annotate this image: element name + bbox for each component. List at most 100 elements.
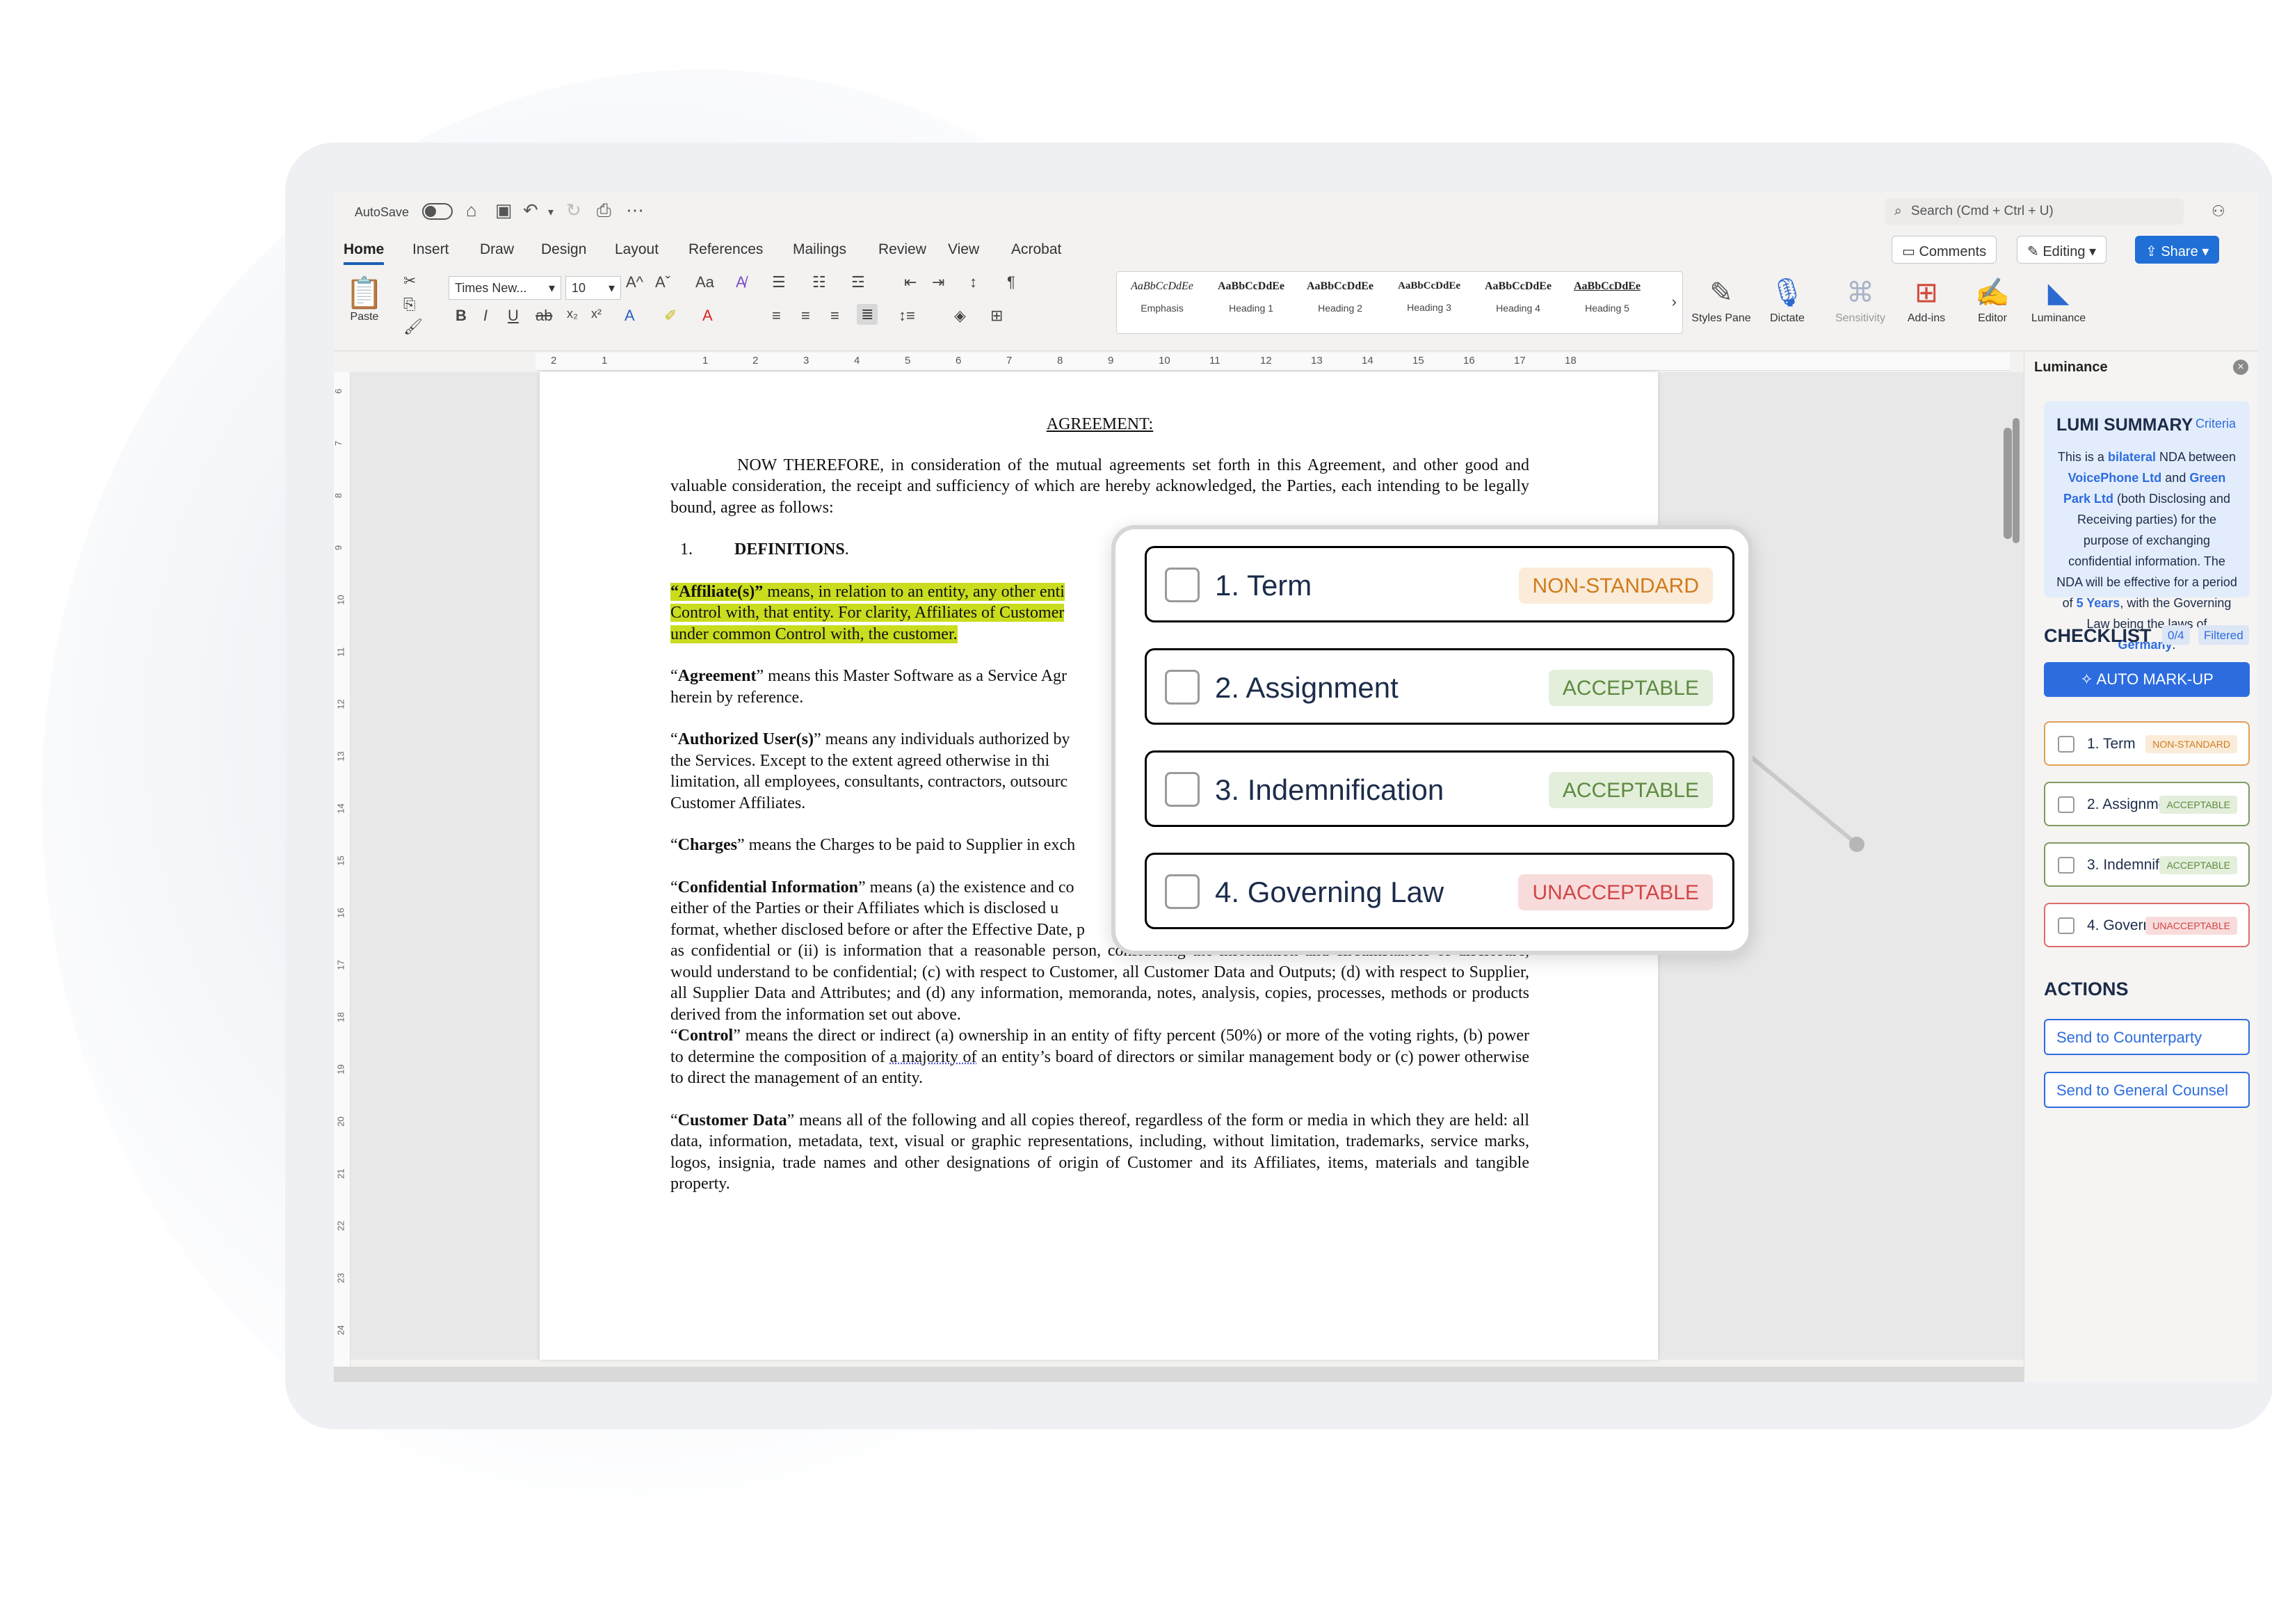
align-left-icon[interactable]: ≡ xyxy=(772,307,781,325)
checklist-item-term[interactable]: 1. Term NON-STANDARD xyxy=(2044,721,2250,766)
save-icon[interactable]: ▣ xyxy=(495,200,513,221)
font-color-icon[interactable]: A xyxy=(702,307,713,325)
zoom-item-assignment[interactable]: 2. Assignment ACCEPTABLE xyxy=(1145,648,1734,725)
print-icon[interactable]: ⎙ xyxy=(597,200,611,222)
share-person-icon[interactable]: ⚇ xyxy=(2211,202,2225,220)
scrollbar-thumb[interactable] xyxy=(2013,418,2020,543)
undo-dropdown-icon[interactable]: ▾ xyxy=(548,205,554,219)
justify-icon[interactable]: ≣ xyxy=(857,304,878,325)
checklist-count-badge: 0/4 xyxy=(2162,625,2190,645)
tab-home[interactable]: Home xyxy=(344,241,385,265)
style-heading-1[interactable]: AaBbCcDdEe Heading 1 xyxy=(1210,280,1292,314)
tab-references[interactable]: References xyxy=(688,241,763,258)
checklist-item-assignment[interactable]: 2. Assignment ACCEPTABLE xyxy=(2044,782,2250,826)
tab-draw[interactable]: Draw xyxy=(480,241,514,258)
zoom-item-term[interactable]: 1. Term NON-STANDARD xyxy=(1145,546,1734,622)
style-heading-4[interactable]: AaBbCcDdEe Heading 4 xyxy=(1477,280,1559,314)
checkbox[interactable] xyxy=(1165,568,1200,602)
checkbox[interactable] xyxy=(2058,736,2074,753)
styles-pane-button[interactable]: ✎ Styles Pane xyxy=(1690,273,1753,325)
highlight-icon[interactable]: ✐ xyxy=(664,307,677,325)
style-heading-2[interactable]: AaBbCcDdEe Heading 2 xyxy=(1299,280,1381,314)
clear-formatting-icon[interactable]: A̸ xyxy=(736,273,746,291)
comments-button[interactable]: ▭ Comments xyxy=(1892,236,1997,264)
decrease-indent-icon[interactable]: ⇤ xyxy=(904,273,917,291)
editor-button[interactable]: ✍ Editor xyxy=(1961,273,2024,325)
summary-highlight[interactable]: bilateral xyxy=(2108,450,2156,464)
horizontal-ruler[interactable]: 2 1 1 2 3 4 5 6 7 8 9 10 11 12 13 14 15 … xyxy=(535,353,2010,371)
luminance-button[interactable]: ◣ Luminance xyxy=(2027,273,2090,325)
sensitivity-button[interactable]: ⌘ Sensitivity xyxy=(1829,273,1892,325)
checkbox[interactable] xyxy=(2058,796,2074,813)
style-emphasis[interactable]: AaBbCcDdEe Emphasis xyxy=(1121,280,1203,314)
tab-acrobat[interactable]: Acrobat xyxy=(1011,241,1061,258)
grow-font-icon[interactable]: A^ xyxy=(626,273,643,291)
pilcrow-icon[interactable]: ¶ xyxy=(1007,273,1015,291)
dictate-button[interactable]: 🎙 Dictate xyxy=(1756,273,1819,325)
criteria-link[interactable]: Criteria xyxy=(2196,417,2236,431)
align-right-icon[interactable]: ≡ xyxy=(830,307,839,325)
numbering-icon[interactable]: ☷ xyxy=(812,273,826,291)
shading-icon[interactable]: ◈ xyxy=(954,307,966,325)
checklist-item-governing-law[interactable]: 4. Governing Law UNACCEPTABLE xyxy=(2044,903,2250,947)
more-icon[interactable]: ⋯ xyxy=(626,200,644,221)
tab-mailings[interactable]: Mailings xyxy=(793,241,846,258)
tab-review[interactable]: Review xyxy=(878,241,926,258)
zoom-item-indemnification[interactable]: 3. Indemnification ACCEPTABLE xyxy=(1145,750,1734,827)
bullets-icon[interactable]: ☰ xyxy=(772,273,786,291)
checkbox[interactable] xyxy=(2058,917,2074,934)
redo-icon[interactable]: ↻ xyxy=(566,200,581,221)
panel-scrollbar[interactable] xyxy=(2004,428,2012,539)
increase-indent-icon[interactable]: ⇥ xyxy=(932,273,944,291)
paste-button[interactable]: 📋 Paste xyxy=(344,275,385,323)
borders-icon[interactable]: ⊞ xyxy=(990,307,1003,325)
format-painter-icon[interactable]: 🖌 xyxy=(403,318,423,336)
text-effects-icon[interactable]: A xyxy=(625,307,635,325)
italic-button[interactable]: I xyxy=(483,307,488,325)
autosave-toggle[interactable] xyxy=(422,203,453,220)
shrink-font-icon[interactable]: Aˇ xyxy=(655,273,670,291)
copy-icon[interactable]: ⎘ xyxy=(403,296,416,314)
search-box[interactable]: ⌕ Search (Cmd + Ctrl + U) xyxy=(1885,198,2184,225)
summary-highlight[interactable]: VoicePhone Ltd xyxy=(2068,471,2162,485)
home-icon[interactable]: ⌂ xyxy=(466,200,477,221)
share-button[interactable]: ⇪ Share ▾ xyxy=(2135,236,2220,264)
checkbox[interactable] xyxy=(1165,670,1200,705)
checklist-item-indemnification[interactable]: 3. Indemnification ACCEPTABLE xyxy=(2044,842,2250,887)
checkbox[interactable] xyxy=(2058,857,2074,874)
tab-layout[interactable]: Layout xyxy=(615,241,659,258)
filtered-badge[interactable]: Filtered xyxy=(2198,625,2249,645)
tab-view[interactable]: View xyxy=(948,241,979,258)
addins-button[interactable]: ⊞ Add-ins xyxy=(1895,273,1958,325)
zoom-item-governing-law[interactable]: 4. Governing Law UNACCEPTABLE xyxy=(1145,853,1734,929)
editing-button[interactable]: ✎ Editing ▾ xyxy=(2017,236,2107,264)
font-size-select[interactable]: 10 ▾ xyxy=(565,276,621,300)
strikethrough-button[interactable]: ab xyxy=(535,307,552,325)
multilevel-list-icon[interactable]: ☲ xyxy=(851,273,865,291)
cut-icon[interactable]: ✂ xyxy=(403,272,416,290)
change-case-icon[interactable]: Aa xyxy=(695,273,714,291)
auto-markup-button[interactable]: ✧ AUTO MARK-UP xyxy=(2044,662,2250,697)
checkbox[interactable] xyxy=(1165,772,1200,807)
send-to-counterparty-button[interactable]: Send to Counterparty xyxy=(2044,1019,2250,1055)
tab-design[interactable]: Design xyxy=(541,241,586,258)
summary-highlight[interactable]: 5 Years xyxy=(2077,596,2120,610)
tab-insert[interactable]: Insert xyxy=(412,241,449,258)
font-family-select[interactable]: Times New... ▾ xyxy=(449,276,561,300)
style-heading-5[interactable]: AaBbCcDdEe Heading 5 xyxy=(1566,280,1648,314)
chevron-right-icon[interactable]: › xyxy=(1672,293,1677,311)
close-icon[interactable]: × xyxy=(2233,360,2248,375)
send-to-general-counsel-button[interactable]: Send to General Counsel xyxy=(2044,1072,2250,1108)
checkbox[interactable] xyxy=(1165,874,1200,909)
subscript-button[interactable]: x₂ xyxy=(567,307,578,321)
bold-button[interactable]: B xyxy=(456,307,467,325)
undo-icon[interactable]: ↶ xyxy=(523,200,538,221)
align-center-icon[interactable]: ≡ xyxy=(801,307,810,325)
line-spacing-icon[interactable]: ↕≡ xyxy=(899,307,915,325)
sort-icon[interactable]: ↕ xyxy=(969,273,977,291)
vertical-ruler[interactable]: 6 7 8 9 10 11 12 13 14 15 16 17 18 19 20… xyxy=(334,372,351,1374)
grammar-flag[interactable]: a majority of xyxy=(889,1048,976,1066)
superscript-button[interactable]: x² xyxy=(591,307,602,321)
underline-button[interactable]: U xyxy=(508,307,519,325)
style-heading-3[interactable]: AaBbCcDdEe Heading 3 xyxy=(1388,280,1470,313)
